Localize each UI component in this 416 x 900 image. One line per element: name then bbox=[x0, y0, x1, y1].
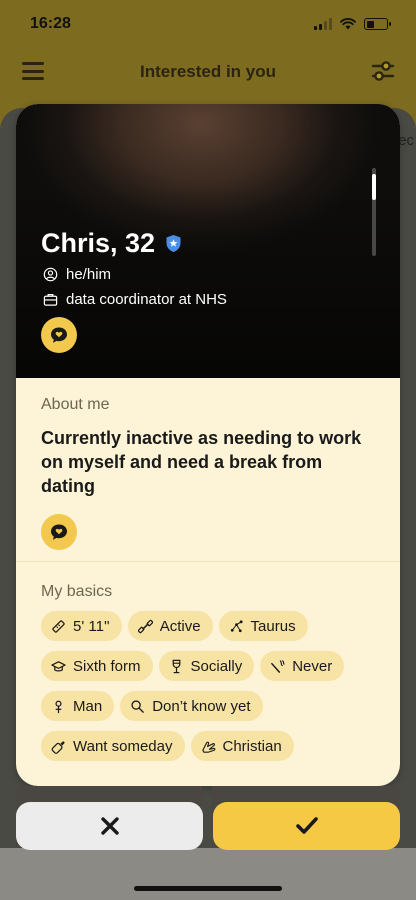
status-bar: 16:28 bbox=[0, 0, 416, 48]
basic-chip-drinking: Socially bbox=[158, 651, 255, 681]
profile-name-age: Chris, 32 bbox=[41, 228, 156, 258]
zodiac-icon bbox=[230, 619, 243, 632]
wine-glass-icon bbox=[172, 659, 180, 673]
basics-chip-list: 5' 11'' Active Taurus Sixth form Sociall… bbox=[41, 611, 386, 761]
page-title: Interested in you bbox=[139, 62, 277, 81]
about-me-label: About me bbox=[41, 396, 110, 413]
bottom-area bbox=[0, 848, 416, 900]
gender-icon bbox=[55, 700, 62, 713]
basic-chip-religion: Christian bbox=[190, 731, 294, 761]
job-row: data coordinator at NHS bbox=[43, 291, 227, 308]
wifi-icon bbox=[340, 18, 356, 30]
cellular-signal-icon bbox=[314, 18, 332, 30]
basic-chip-zodiac: Taurus bbox=[218, 611, 308, 641]
basic-chip-exercise: Active bbox=[127, 611, 213, 641]
my-basics-label: My basics bbox=[41, 583, 113, 600]
basic-chip-education: Sixth form bbox=[41, 651, 153, 681]
compliment-photo-button[interactable] bbox=[41, 317, 77, 353]
pronouns-row: he/him bbox=[43, 266, 111, 283]
basic-chip-looking-for: Don’t know yet bbox=[120, 691, 263, 721]
hamburger-menu-icon[interactable] bbox=[22, 62, 44, 80]
basic-chip-gender: Man bbox=[41, 691, 115, 721]
smoking-icon bbox=[271, 659, 285, 673]
verified-badge-icon bbox=[166, 235, 181, 252]
status-time: 16:28 bbox=[30, 15, 71, 32]
profile-card[interactable]: Chris, 32 he/him data coordinator at NHS… bbox=[16, 104, 400, 786]
pass-button[interactable] bbox=[16, 802, 203, 850]
compliment-about-button[interactable] bbox=[41, 514, 77, 550]
person-icon bbox=[43, 267, 58, 282]
praying-hands-icon bbox=[201, 741, 215, 753]
battery-icon bbox=[364, 18, 391, 30]
checkmark-icon bbox=[295, 817, 318, 834]
photo-scroll-indicator bbox=[372, 168, 376, 256]
baby-bottle-icon bbox=[51, 740, 65, 754]
basic-chip-height: 5' 11'' bbox=[41, 611, 122, 641]
section-divider bbox=[16, 561, 400, 562]
graduation-cap-icon bbox=[51, 660, 66, 671]
basic-chip-smoking: Never bbox=[260, 651, 345, 681]
heart-chat-icon bbox=[51, 524, 67, 540]
dumbbell-icon bbox=[137, 619, 153, 633]
ruler-icon bbox=[52, 619, 65, 633]
name-row: Chris, 32 bbox=[41, 228, 182, 259]
pronouns-text: he/him bbox=[66, 266, 112, 283]
heart-chat-icon bbox=[51, 327, 67, 343]
filter-sliders-icon[interactable] bbox=[370, 58, 396, 84]
search-icon bbox=[131, 699, 145, 713]
home-indicator bbox=[134, 886, 282, 891]
top-bar: Interested in you bbox=[0, 48, 416, 96]
peeking-card-text: ec bbox=[398, 132, 414, 149]
like-button[interactable] bbox=[213, 802, 400, 850]
briefcase-icon bbox=[43, 294, 58, 306]
action-buttons bbox=[16, 802, 400, 850]
basic-chip-kids: Want someday bbox=[41, 731, 185, 761]
about-me-text: Currently inactive as needing to work on… bbox=[41, 428, 362, 496]
job-text: data coordinator at NHS bbox=[66, 291, 227, 308]
close-x-icon bbox=[100, 817, 119, 835]
status-icons bbox=[314, 18, 391, 30]
